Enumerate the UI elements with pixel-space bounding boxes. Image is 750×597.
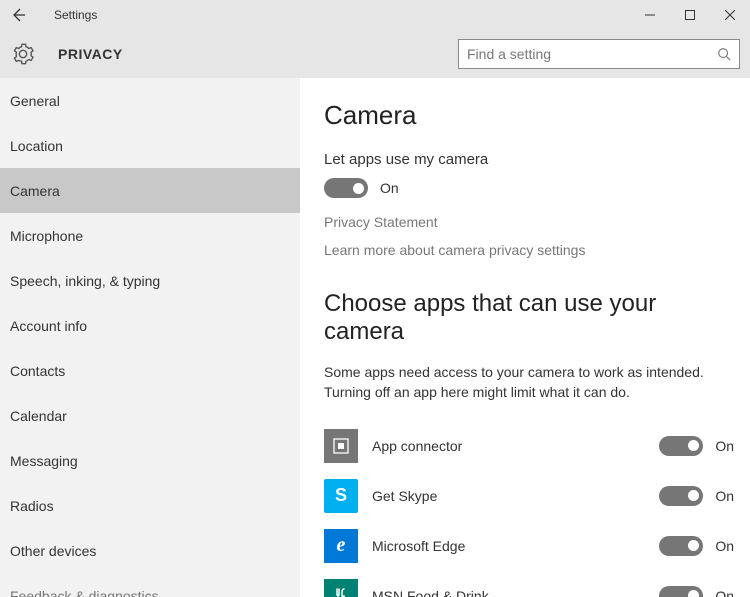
app-row: MSN Food & Drink On (324, 571, 734, 597)
window-controls (630, 0, 750, 30)
section-desc: Some apps need access to your camera to … (324, 362, 714, 403)
app-toggle[interactable] (659, 436, 703, 456)
master-toggle[interactable] (324, 178, 368, 198)
app-toggle-state: On (715, 588, 734, 597)
app-name: Microsoft Edge (372, 538, 659, 554)
gear-icon (12, 43, 34, 65)
app-name: App connector (372, 438, 659, 454)
minimize-button[interactable] (630, 0, 670, 30)
page-title: Camera (324, 100, 734, 131)
app-toggle-state: On (715, 488, 734, 504)
sidebar-item-speech[interactable]: Speech, inking, & typing (0, 258, 300, 303)
sidebar-item-general[interactable]: General (0, 78, 300, 123)
toggle-knob (688, 490, 699, 501)
privacy-statement-link[interactable]: Privacy Statement (324, 214, 734, 230)
app-name: MSN Food & Drink (372, 588, 659, 597)
app-row: e Microsoft Edge On (324, 521, 734, 571)
search-input[interactable] (467, 46, 717, 62)
toggle-knob (353, 183, 364, 194)
body: General Location Camera Microphone Speec… (0, 78, 750, 597)
sidebar-item-contacts[interactable]: Contacts (0, 348, 300, 393)
close-button[interactable] (710, 0, 750, 30)
master-toggle-row: On (324, 178, 734, 198)
toggle-knob (688, 440, 699, 451)
sidebar-item-other-devices[interactable]: Other devices (0, 528, 300, 573)
sidebar-item-microphone[interactable]: Microphone (0, 213, 300, 258)
search-box[interactable] (458, 39, 740, 69)
master-toggle-state: On (380, 180, 399, 196)
minimize-icon (645, 10, 655, 20)
sidebar-item-camera[interactable]: Camera (0, 168, 300, 213)
skype-icon: S (324, 479, 358, 513)
window-title: Settings (54, 8, 97, 22)
arrow-left-icon (10, 7, 26, 23)
master-toggle-label: Let apps use my camera (324, 151, 734, 168)
maximize-icon (685, 10, 695, 20)
app-toggle-state: On (715, 538, 734, 554)
maximize-button[interactable] (670, 0, 710, 30)
content: Camera Let apps use my camera On Privacy… (300, 78, 750, 597)
app-toggle[interactable] (659, 486, 703, 506)
app-row: S Get Skype On (324, 471, 734, 521)
toggle-knob (688, 590, 699, 597)
sidebar-item-radios[interactable]: Radios (0, 483, 300, 528)
sidebar-item-location[interactable]: Location (0, 123, 300, 168)
app-toggle-state: On (715, 438, 734, 454)
titlebar: Settings (0, 0, 750, 30)
search-icon (717, 47, 731, 61)
sidebar: General Location Camera Microphone Speec… (0, 78, 300, 597)
section-title: Choose apps that can use your camera (324, 290, 734, 346)
sidebar-item-feedback[interactable]: Feedback & diagnostics (0, 573, 300, 597)
header: PRIVACY (0, 30, 750, 78)
sidebar-item-account[interactable]: Account info (0, 303, 300, 348)
close-icon (725, 10, 735, 20)
learn-more-link[interactable]: Learn more about camera privacy settings (324, 242, 734, 258)
sidebar-item-messaging[interactable]: Messaging (0, 438, 300, 483)
back-button[interactable] (0, 0, 36, 30)
app-toggle[interactable] (659, 586, 703, 597)
sidebar-item-calendar[interactable]: Calendar (0, 393, 300, 438)
food-drink-icon (324, 579, 358, 597)
toggle-knob (688, 540, 699, 551)
app-name: Get Skype (372, 488, 659, 504)
app-toggle[interactable] (659, 536, 703, 556)
edge-icon: e (324, 529, 358, 563)
app-row: App connector On (324, 421, 734, 471)
breadcrumb: PRIVACY (58, 46, 123, 62)
app-connector-icon (324, 429, 358, 463)
